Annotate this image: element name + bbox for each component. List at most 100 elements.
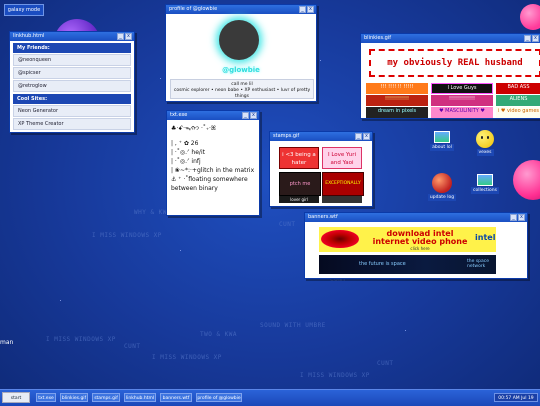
icon-label: collections: [471, 187, 499, 194]
start-label: start: [10, 396, 22, 401]
site-link[interactable]: Neon Generator: [13, 105, 131, 117]
taskbar-clock: 00:57 AM Jul 19: [494, 393, 538, 402]
sites-heading: Cool Sites:: [13, 94, 131, 104]
txt-line: | ·˚◎.ᐟ infj: [171, 158, 201, 165]
banner-text: my obviously REAL husband: [387, 58, 523, 68]
close-button[interactable]: x: [532, 35, 539, 42]
linkhub-titlebar[interactable]: linkhub.html _ x: [10, 32, 134, 41]
stamp: lover girl: [279, 196, 319, 203]
close-button[interactable]: x: [363, 133, 370, 140]
window-title: txt.exe: [170, 112, 188, 118]
ad-line-2: internet video phone: [372, 237, 468, 246]
bg-text: I MISS WINDOWS XP: [300, 372, 370, 379]
stamps-titlebar[interactable]: stamps.gif _ x: [270, 132, 372, 141]
window-title: linkhub.html: [13, 33, 45, 39]
bg-text: SOUND WITH UMBRE: [260, 322, 326, 329]
blinky: i ♥ video games: [496, 107, 540, 118]
ad2-left-text: the future is space: [359, 261, 406, 267]
friend-link[interactable]: @neonqueen: [13, 54, 131, 66]
taskbar-item-banners[interactable]: banners.wtf: [160, 393, 192, 402]
profile-titlebar[interactable]: profile of @glowbie _ x: [166, 5, 316, 14]
vexes-icon[interactable]: vexes: [467, 130, 503, 156]
txt-titlebar[interactable]: txt.exe _ x: [167, 111, 259, 120]
txt-line: ♣·ꗃ·ᯓᡣ𐭩 ·˚₊‧ꕤ: [171, 125, 216, 132]
blinky: !!!!!!!!!!!!!: [431, 95, 493, 106]
blinky: !!!!!!!!!!!!: [366, 95, 428, 106]
star: [60, 300, 61, 301]
pink-planet-top: [520, 4, 540, 30]
close-button[interactable]: x: [125, 33, 132, 40]
picture-icon: [434, 131, 450, 143]
txt-line: | , ⁺ ✿ 26: [171, 140, 199, 147]
avatar: [219, 20, 259, 60]
taskbar-item-stamps[interactable]: stamps.gif: [92, 393, 120, 402]
stamps-window: stamps.gif _ x i <3 being a hater I Love …: [269, 131, 373, 207]
minimize-button[interactable]: _: [524, 35, 531, 42]
collections-icon[interactable]: collections: [467, 174, 503, 194]
blinky: I Love Guys: [431, 83, 493, 94]
stamp: ptch me: [279, 172, 321, 196]
intel-logo: intel: [475, 233, 496, 242]
bg-text: CUNT: [377, 360, 394, 367]
friends-heading: My Friends:: [13, 43, 131, 53]
bg-text: I MISS WINDOWS XP: [92, 232, 162, 239]
txt-body: ♣·ꗃ·ᯓᡣ𐭩 ·˚₊‧ꕤ | , ⁺ ✿ 26 | ·˚◎.ᐟ he/it |…: [167, 120, 259, 197]
txt-line: ⚓ ⁺ ·˚floating somewhere between binary: [171, 176, 248, 192]
smiley-icon: [476, 130, 494, 148]
icon-label: about lol: [430, 144, 454, 151]
bg-text: CUNT: [279, 221, 296, 228]
friend-link[interactable]: @spicser: [13, 67, 131, 79]
taskbar-item-linkhub[interactable]: linkhub.html: [124, 393, 156, 402]
star: [160, 78, 161, 79]
blinky: dream in pixels: [366, 107, 428, 118]
taskbar-item-profile[interactable]: profile of @glowbie: [196, 393, 242, 402]
taskbar-item-blinkies[interactable]: blinkies.gif: [60, 393, 88, 402]
blinkies-titlebar[interactable]: blinkies.gif _ x: [361, 34, 540, 43]
start-button[interactable]: start: [2, 392, 30, 403]
taskbar: start txt.exe blinkies.gif stamps.gif li…: [0, 389, 540, 406]
txt-line: | ❀~*:·+glitch in the matrix: [171, 167, 255, 174]
minimize-button[interactable]: _: [242, 112, 249, 119]
bg-text: I MISS WINDOWS XP: [46, 336, 116, 343]
icon-label: update log: [427, 194, 457, 201]
profile-username: @glowbie: [222, 66, 260, 74]
icon-label: vexes: [476, 149, 494, 156]
husband-banner: my obviously REAL husband: [369, 49, 540, 77]
window-title: profile of @glowbie: [169, 6, 218, 12]
blinky: !!! !!!! !! !!!!!: [366, 83, 428, 94]
site-link[interactable]: XP Theme Creator: [13, 118, 131, 130]
minimize-button[interactable]: _: [117, 33, 124, 40]
space-ad-banner[interactable]: the future is space the space network: [319, 255, 496, 274]
close-button[interactable]: x: [518, 214, 525, 221]
blinky: BAD ASS: [496, 83, 540, 94]
banners-window: banners.wtf _ x download intel internet v…: [304, 212, 528, 279]
star: [405, 330, 406, 331]
blinky: ♥ MASCULINITY ♥: [431, 107, 493, 118]
close-button[interactable]: x: [307, 6, 314, 13]
linkhub-window: linkhub.html _ x My Friends: @neonqueen @…: [9, 31, 135, 133]
friend-link[interactable]: @retroglow: [13, 80, 131, 92]
update-log-icon[interactable]: update log: [424, 173, 460, 201]
txt-window: txt.exe _ x ♣·ꗃ·ᯓᡣ𐭩 ·˚₊‧ꕤ | , ⁺ ✿ 26 | ·˚…: [166, 110, 260, 216]
about-icon[interactable]: about lol: [424, 131, 460, 151]
stamp: EXCEPTIONALLY: [322, 172, 364, 196]
galaxy-mode-toggle[interactable]: galaxy mode: [4, 4, 44, 16]
window-title: stamps.gif: [273, 133, 300, 139]
ad-click-here[interactable]: click here: [365, 246, 475, 251]
stamp: I Love Yuri and Yaoi: [322, 147, 362, 169]
star: [320, 60, 321, 61]
stamp: i <3 being a hater: [279, 147, 319, 169]
minimize-button[interactable]: _: [299, 6, 306, 13]
window-title: banners.wtf: [308, 214, 338, 220]
taskbar-item-txt[interactable]: txt.exe: [36, 393, 56, 402]
minimize-button[interactable]: _: [355, 133, 362, 140]
bg-text: TWO & KWA: [200, 331, 238, 338]
close-button[interactable]: x: [250, 112, 257, 119]
banners-titlebar[interactable]: banners.wtf _ x: [305, 213, 527, 222]
star: [180, 250, 181, 251]
bg-text: I MISS WINDOWS XP: [152, 354, 222, 361]
bio-text: cosmic explorer • neon babe • XP enthusi…: [173, 88, 311, 99]
minimize-button[interactable]: _: [510, 214, 517, 221]
intel-ad-banner[interactable]: download intel internet video phone clic…: [319, 227, 496, 252]
ad2-right-text: the space network: [467, 259, 490, 269]
